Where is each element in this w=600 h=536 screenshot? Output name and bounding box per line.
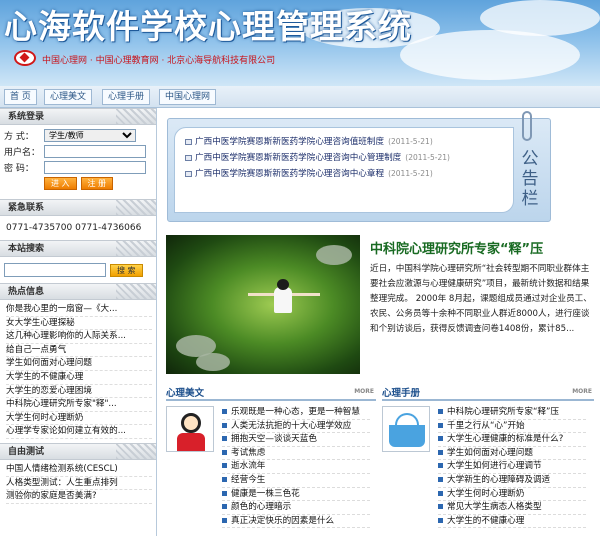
tab-handbook[interactable]: 心理手册 <box>102 89 151 105</box>
tab-home[interactable]: 首 页 <box>4 89 37 105</box>
list-item[interactable]: 大学生的不健康心理 <box>6 371 152 385</box>
list-item[interactable]: 乐观既是一种心态，更是一种智慧 <box>222 406 370 420</box>
articles-panel: 心理美文 MORE 乐观既是一种心态，更是一种智慧 人类无法抗拒的十大心理学效应 … <box>166 384 376 536</box>
search-header: 本站搜索 <box>0 240 156 257</box>
notice-inner: 广西中医学院赛恩斯新医药学院心理咨询值班制度 (2011-5-21) 广西中医学院… <box>174 127 514 213</box>
contact-header: 紧急联系 <box>0 199 156 216</box>
tab-china-psych[interactable]: 中国心理网 <box>159 89 217 105</box>
tab-articles[interactable]: 心理美文 <box>44 89 93 105</box>
handbook-list: 中科院心理研究所专家“释”压 千里之行从“心”开始 大学生心理健康的标准是什么?… <box>438 406 586 529</box>
list-item[interactable]: 大学生的恋爱心理困境 <box>6 385 152 399</box>
list-item[interactable]: 逝水流年 <box>222 460 370 474</box>
document-icon <box>185 138 192 145</box>
featured-body: 近日，中国科学院心理研究所“社会转型期不同职业群体主要社会应激源与心理健康研究”… <box>370 264 592 334</box>
password-input[interactable] <box>44 161 146 174</box>
heart-logo-icon <box>14 50 36 66</box>
search-button[interactable]: 搜 索 <box>110 263 143 277</box>
cloud-decor <box>480 0 600 36</box>
login-button[interactable]: 进 入 <box>44 177 77 190</box>
mode-label: 方 式： <box>4 132 34 142</box>
username-input[interactable] <box>44 145 146 158</box>
document-icon <box>185 170 192 177</box>
list-item[interactable]: 大学生心理健康的标准是什么? <box>438 433 586 447</box>
list-item[interactable]: 拥抱天空—谈谈天蓝色 <box>222 433 370 447</box>
header-banner: 心海软件学校心理管理系统 中国心理网 · 中国心理教育网 · 北京心海导航科技有… <box>0 0 600 86</box>
list-item[interactable]: 中国人情绪检测系统(CESCL) <box>6 463 152 477</box>
notice-item[interactable]: 广西中医学院赛恩斯新医药学院心理咨询值班制度 (2011-5-21) <box>185 134 450 150</box>
document-icon <box>185 154 192 161</box>
list-item[interactable]: 女大学生心理探秘 <box>6 317 152 331</box>
list-item[interactable]: 学生如何面对心理问题 <box>438 447 586 461</box>
handbook-more-link[interactable]: MORE <box>572 388 592 395</box>
list-item[interactable]: 考试焦虑 <box>222 447 370 461</box>
username-label: 用户名： <box>4 148 41 158</box>
list-item[interactable]: 大学生如何进行心理调节 <box>438 460 586 474</box>
list-item[interactable]: 真正决定快乐的因素是什么 <box>222 515 370 529</box>
list-item[interactable]: 测验你的家庭是否美满? <box>6 490 152 504</box>
list-item[interactable]: 颜色的心理暗示 <box>222 501 370 515</box>
articles-title: 心理美文 <box>166 388 205 399</box>
login-mode-select[interactable]: 学生/教师 <box>44 129 136 142</box>
list-item[interactable]: 常见大学生病态人格类型 <box>438 501 586 515</box>
main-nav: 首 页 心理美文 心理手册 中国心理网 <box>0 86 600 108</box>
login-header: 系统登录 <box>0 108 156 125</box>
notice-item[interactable]: 广西中医学院赛恩斯新医药学院心理咨询中心管理制度 (2011-5-21) <box>185 150 450 166</box>
contact-phones: 0771-4735700 0771-4736066 <box>6 223 142 233</box>
list-item[interactable]: 你是我心里的一扇窗—《大... <box>6 303 152 317</box>
site-title: 心海软件学校心理管理系统 <box>4 7 412 46</box>
handbook-panel: 心理手册 MORE 中科院心理研究所专家“释”压 千里之行从“心”开始 大学生心理… <box>382 384 594 536</box>
list-item[interactable]: 大学生的不健康心理 <box>438 515 586 529</box>
register-button[interactable]: 注 册 <box>80 177 114 190</box>
featured-title[interactable]: 中科院心理研究所专家“释”压 <box>370 238 543 257</box>
list-item[interactable]: 人格类型测试：人生重点排列 <box>6 477 152 491</box>
featured-photo[interactable] <box>166 235 360 374</box>
selftest-header: 自由测试 <box>0 442 156 460</box>
partner-links[interactable]: 中国心理网 · 中国心理教育网 · 北京心海导航科技有限公司 <box>42 53 275 66</box>
list-item[interactable]: 大学生何时心理断奶 <box>438 488 586 502</box>
cartoon-girl-thumbnail <box>166 406 214 452</box>
girl-figure <box>274 287 292 313</box>
selftest-list: 中国人情绪检测系统(CESCL) 人格类型测试：人生重点排列 测验你的家庭是否美… <box>0 460 156 504</box>
password-label: 密 码： <box>4 164 34 174</box>
cloud-decor <box>400 30 580 80</box>
list-item[interactable]: 中科院心理研究所专家"释"... <box>6 398 152 412</box>
notice-board-label: 公告栏 <box>521 149 539 209</box>
list-item[interactable]: 大学生何时心理断奶 <box>6 412 152 426</box>
list-item[interactable]: 给自己一点勇气 <box>6 344 152 358</box>
notice-item[interactable]: 广西中医学院赛恩斯新医药学院心理咨询中心章程 (2011-5-21) <box>185 166 450 182</box>
hot-header: 热点信息 <box>0 283 156 300</box>
basket-thumbnail <box>382 406 430 452</box>
list-item[interactable]: 这几种心理影响你的人际关系... <box>6 330 152 344</box>
articles-more-link[interactable]: MORE <box>354 388 374 395</box>
list-item[interactable]: 健康是一株三色花 <box>222 488 370 502</box>
list-item[interactable]: 心理学专家论如何建立有效的... <box>6 425 152 439</box>
search-input[interactable] <box>4 263 106 277</box>
list-item[interactable]: 千里之行从“心”开始 <box>438 420 586 434</box>
list-item[interactable]: 学生如何面对心理问题 <box>6 357 152 371</box>
articles-list: 乐观既是一种心态，更是一种智慧 人类无法抗拒的十大心理学效应 拥抱天空—谈谈天蓝… <box>222 406 370 529</box>
paperclip-icon <box>522 111 532 141</box>
list-item[interactable]: 经营今生 <box>222 474 370 488</box>
left-sidebar: 系统登录 方 式： 学生/教师 用户名： 密 码： 进 入 注 册 紧急联系 0… <box>0 108 157 536</box>
list-item[interactable]: 人类无法抗拒的十大心理学效应 <box>222 420 370 434</box>
site-search: 搜 索 <box>0 257 156 283</box>
hot-list: 你是我心里的一扇窗—《大... 女大学生心理探秘 这几种心理影响你的人际关系..… <box>0 300 156 439</box>
list-item[interactable]: 大学新生的心理障碍及调适 <box>438 474 586 488</box>
notice-board: 广西中医学院赛恩斯新医药学院心理咨询值班制度 (2011-5-21) 广西中医学院… <box>167 111 551 222</box>
handbook-title: 心理手册 <box>382 388 421 399</box>
list-item[interactable]: 中科院心理研究所专家“释”压 <box>438 406 586 420</box>
login-form: 方 式： 学生/教师 用户名： 密 码： 进 入 注 册 <box>0 125 156 193</box>
